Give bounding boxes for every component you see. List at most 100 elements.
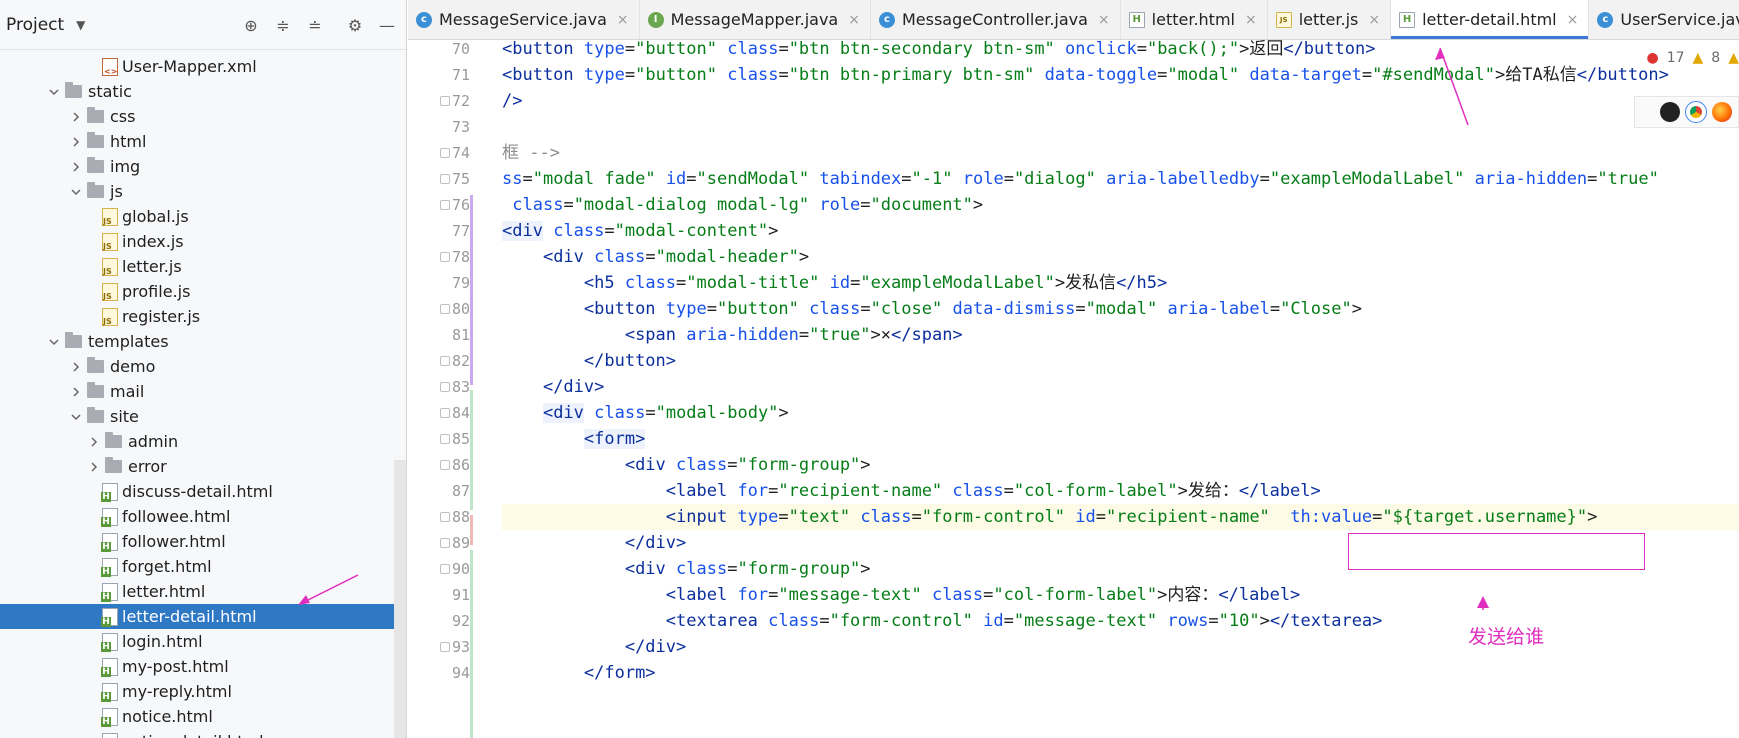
tree-item[interactable]: User-Mapper.xml <box>0 54 406 79</box>
tree-item[interactable]: forget.html <box>0 554 406 579</box>
code-line[interactable]: <div class="form-group"> <box>502 452 1739 478</box>
code-line[interactable]: <textarea class="form-control" id="messa… <box>502 608 1739 634</box>
code-line[interactable]: <h5 class="modal-title" id="exampleModal… <box>502 270 1739 296</box>
chrome-icon[interactable] <box>1685 101 1707 123</box>
code-line[interactable]: <div class="modal-content"> <box>502 218 1739 244</box>
chevron-right-icon[interactable] <box>68 134 84 150</box>
fold-marker-icon[interactable] <box>440 174 450 184</box>
editor-tab[interactable]: JS letter.js × <box>1268 0 1392 39</box>
fold-marker-icon[interactable] <box>440 564 450 574</box>
close-icon[interactable]: × <box>1368 12 1380 28</box>
tree-item[interactable]: site <box>0 404 406 429</box>
code-line[interactable]: class="modal-dialog modal-lg" role="docu… <box>502 192 1739 218</box>
chevron-down-icon[interactable]: ▼ <box>76 18 85 32</box>
fold-marker-icon[interactable] <box>440 252 450 262</box>
code-line[interactable]: <form> <box>502 426 1739 452</box>
tree-item[interactable]: error <box>0 454 406 479</box>
expand-all-icon[interactable]: ≑ <box>272 14 294 36</box>
code-line[interactable]: </div> <box>502 634 1739 660</box>
chevron-right-icon[interactable] <box>68 384 84 400</box>
tree-item[interactable]: demo <box>0 354 406 379</box>
tree-item[interactable]: letter-detail.html <box>0 604 406 629</box>
code-line[interactable]: <button type="button" class="btn btn-sec… <box>502 36 1739 62</box>
scrollbar[interactable] <box>394 460 406 738</box>
chevron-down-icon[interactable] <box>68 184 84 200</box>
code-line[interactable]: 框 --> <box>502 140 1739 166</box>
close-icon[interactable]: × <box>1098 12 1110 28</box>
code-line[interactable]: </form> <box>502 660 1739 686</box>
code-line[interactable]: <span aria-hidden="true">×</span> <box>502 322 1739 348</box>
chevron-down-icon[interactable] <box>46 84 62 100</box>
tree-item[interactable]: my-post.html <box>0 654 406 679</box>
vcs-change-marker[interactable] <box>470 390 473 510</box>
vcs-change-marker[interactable] <box>470 550 473 738</box>
code-line[interactable]: <label for="recipient-name" class="col-f… <box>502 478 1739 504</box>
fold-marker-icon[interactable] <box>440 382 450 392</box>
locate-icon[interactable]: ⊕ <box>240 14 262 36</box>
tree-item[interactable]: html <box>0 129 406 154</box>
inspection-widget[interactable]: ● 17 ▲ 8 ▲ <box>1646 50 1739 66</box>
editor-tab[interactable]: Hletter-detail.html × <box>1391 0 1590 39</box>
editor-tab[interactable]: c MessageController.java × <box>871 0 1121 39</box>
firefox-icon[interactable] <box>1712 102 1732 122</box>
tree-item[interactable]: followee.html <box>0 504 406 529</box>
jetbrains-browser-icon[interactable] <box>1660 102 1680 122</box>
code-line[interactable]: <input type="text" class="form-control" … <box>502 504 1739 530</box>
vcs-change-marker[interactable] <box>470 515 473 545</box>
chevron-right-icon[interactable] <box>86 459 102 475</box>
tree-item[interactable]: follower.html <box>0 529 406 554</box>
editor-tab[interactable]: c MessageService.java × <box>408 0 640 39</box>
code-line[interactable] <box>502 114 1739 140</box>
code-line[interactable]: <label for="message-text" class="col-for… <box>502 582 1739 608</box>
fold-marker-icon[interactable] <box>440 460 450 470</box>
fold-marker-icon[interactable] <box>440 642 450 652</box>
tree-item[interactable]: global.js <box>0 204 406 229</box>
code-line[interactable]: /> <box>502 88 1739 114</box>
code-line[interactable]: ss="modal fade" id="sendModal" tabindex=… <box>502 166 1739 192</box>
fold-marker-icon[interactable] <box>440 356 450 366</box>
tree-item[interactable]: admin <box>0 429 406 454</box>
tree-item[interactable]: templates <box>0 329 406 354</box>
code-line[interactable]: <button type="button" class="btn btn-pri… <box>502 62 1739 88</box>
chevron-down-icon[interactable] <box>68 409 84 425</box>
close-icon[interactable]: × <box>617 12 629 28</box>
close-icon[interactable]: × <box>1245 12 1257 28</box>
chevron-down-icon[interactable] <box>46 334 62 350</box>
close-icon[interactable]: × <box>1567 12 1579 28</box>
code-area[interactable]: <button type="button" class="btn btn-sec… <box>502 39 1739 738</box>
project-title[interactable]: Project <box>6 15 64 35</box>
chevron-right-icon[interactable] <box>68 159 84 175</box>
close-icon[interactable]: × <box>848 12 860 28</box>
tree-item[interactable]: index.js <box>0 229 406 254</box>
code-line[interactable]: <div class="modal-header"> <box>502 244 1739 270</box>
tree-item[interactable]: css <box>0 104 406 129</box>
tree-item[interactable]: mail <box>0 379 406 404</box>
tree-item[interactable]: static <box>0 79 406 104</box>
tree-item[interactable]: js <box>0 179 406 204</box>
code-line[interactable]: <button type="button" class="close" data… <box>502 296 1739 322</box>
collapse-all-icon[interactable]: ≐ <box>304 14 326 36</box>
chevron-right-icon[interactable] <box>68 359 84 375</box>
fold-marker-icon[interactable] <box>440 304 450 314</box>
tree-item[interactable]: register.js <box>0 304 406 329</box>
tree-item[interactable]: notice.html <box>0 704 406 729</box>
editor-tab[interactable]: Hletter.html × <box>1121 0 1268 39</box>
tree-item[interactable]: letter.js <box>0 254 406 279</box>
code-line[interactable]: <div class="modal-body"> <box>502 400 1739 426</box>
fold-marker-icon[interactable] <box>440 538 450 548</box>
vcs-change-marker[interactable] <box>470 195 473 385</box>
fold-marker-icon[interactable] <box>440 96 450 106</box>
editor-tab[interactable]: cUserService.java× <box>1589 0 1739 39</box>
tree-item[interactable]: profile.js <box>0 279 406 304</box>
editor-tab[interactable]: I MessageMapper.java × <box>640 0 871 39</box>
tree-item[interactable]: discuss-detail.html <box>0 479 406 504</box>
fold-marker-icon[interactable] <box>440 200 450 210</box>
fold-marker-icon[interactable] <box>440 408 450 418</box>
fold-marker-icon[interactable] <box>440 512 450 522</box>
chevron-right-icon[interactable] <box>68 109 84 125</box>
tree-item[interactable]: img <box>0 154 406 179</box>
tree-item[interactable]: letter.html <box>0 579 406 604</box>
chevron-right-icon[interactable] <box>86 434 102 450</box>
fold-marker-icon[interactable] <box>440 148 450 158</box>
minimize-icon[interactable]: — <box>376 14 398 36</box>
